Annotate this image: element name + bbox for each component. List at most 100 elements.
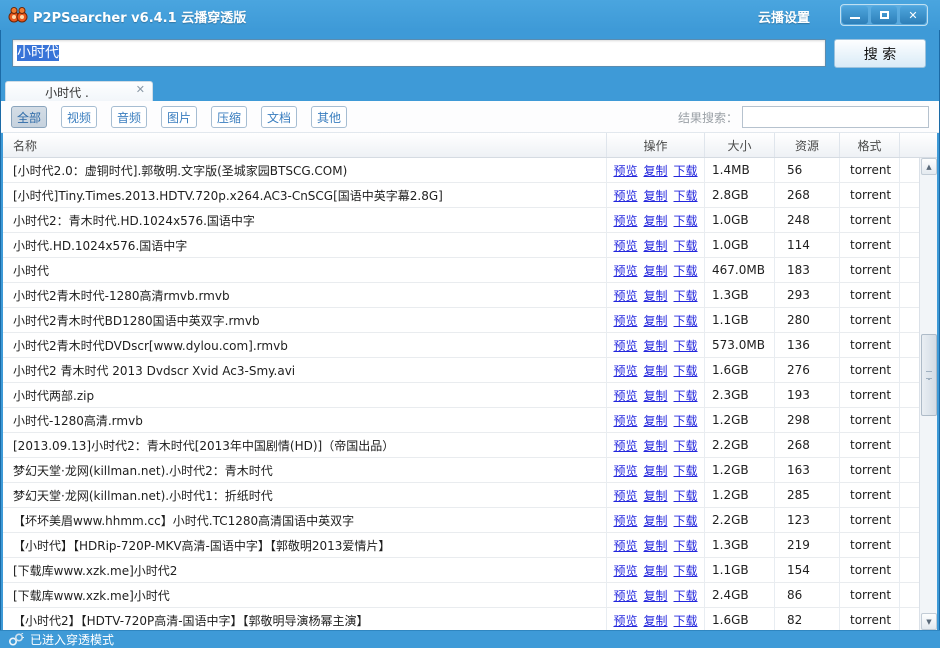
copy-link[interactable]: 复制 xyxy=(643,262,667,279)
download-link[interactable]: 下载 xyxy=(674,462,698,479)
scrollbar-thumb[interactable] xyxy=(921,334,937,416)
scroll-down-button[interactable]: ▼ xyxy=(921,613,937,630)
download-link[interactable]: 下载 xyxy=(674,487,698,504)
table-row[interactable]: [2013.09.13]小时代2：青木时代[2013年中国剧情(HD)]（帝国出… xyxy=(3,433,937,458)
download-link[interactable]: 下载 xyxy=(674,362,698,379)
preview-link[interactable]: 预览 xyxy=(613,537,637,554)
filter-document-button[interactable]: 文档 xyxy=(261,106,297,128)
preview-link[interactable]: 预览 xyxy=(613,237,637,254)
preview-link[interactable]: 预览 xyxy=(613,512,637,529)
copy-link[interactable]: 复制 xyxy=(643,162,667,179)
cloud-play-settings-button[interactable]: 云播设置 xyxy=(758,7,810,26)
copy-link[interactable]: 复制 xyxy=(643,212,667,229)
vertical-scrollbar[interactable]: ▲ ▼ xyxy=(919,158,937,630)
scroll-up-button[interactable]: ▲ xyxy=(921,158,937,175)
preview-link[interactable]: 预览 xyxy=(613,562,637,579)
copy-link[interactable]: 复制 xyxy=(643,437,667,454)
preview-link[interactable]: 预览 xyxy=(613,262,637,279)
preview-link[interactable]: 预览 xyxy=(613,587,637,604)
copy-link[interactable]: 复制 xyxy=(643,287,667,304)
filter-video-button[interactable]: 视频 xyxy=(61,106,97,128)
table-row[interactable]: 小时代2青木时代-1280高清rmvb.rmvb 预览 复制 下载 1.3GB … xyxy=(3,283,937,308)
download-link[interactable]: 下载 xyxy=(674,612,698,629)
table-row[interactable]: 【小时代2】【HDTV-720P高清-国语中字】【郭敬明导演杨幂主演】 预览 复… xyxy=(3,608,937,630)
download-link[interactable]: 下载 xyxy=(674,562,698,579)
filter-other-button[interactable]: 其他 xyxy=(311,106,347,128)
table-row[interactable]: 小时代两部.zip 预览 复制 下载 2.3GB 193 torrent xyxy=(3,383,937,408)
filter-archive-button[interactable]: 压缩 xyxy=(211,106,247,128)
table-row[interactable]: 小时代 预览 复制 下载 467.0MB 183 torrent xyxy=(3,258,937,283)
copy-link[interactable]: 复制 xyxy=(643,462,667,479)
column-header-resources[interactable]: 资源 xyxy=(775,133,840,157)
download-link[interactable]: 下载 xyxy=(674,437,698,454)
download-link[interactable]: 下载 xyxy=(674,262,698,279)
filter-audio-button[interactable]: 音频 xyxy=(111,106,147,128)
column-header-actions[interactable]: 操作 xyxy=(607,133,705,157)
preview-link[interactable]: 预览 xyxy=(613,487,637,504)
download-link[interactable]: 下载 xyxy=(674,337,698,354)
copy-link[interactable]: 复制 xyxy=(643,537,667,554)
preview-link[interactable]: 预览 xyxy=(613,162,637,179)
copy-link[interactable]: 复制 xyxy=(643,612,667,629)
preview-link[interactable]: 预览 xyxy=(613,337,637,354)
table-row[interactable]: 小时代2：青木时代.HD.1024x576.国语中字 预览 复制 下载 1.0G… xyxy=(3,208,937,233)
table-row[interactable]: 小时代.HD.1024x576.国语中字 预览 复制 下载 1.0GB 114 … xyxy=(3,233,937,258)
table-row[interactable]: [下载库www.xzk.me]小时代 预览 复制 下载 2.4GB 86 tor… xyxy=(3,583,937,608)
preview-link[interactable]: 预览 xyxy=(613,412,637,429)
download-link[interactable]: 下载 xyxy=(674,512,698,529)
table-row[interactable]: 小时代2 青木时代 2013 Dvdscr Xvid Ac3-Smy.avi 预… xyxy=(3,358,937,383)
column-header-name[interactable]: 名称 xyxy=(3,133,607,157)
copy-link[interactable]: 复制 xyxy=(643,312,667,329)
download-link[interactable]: 下载 xyxy=(674,187,698,204)
copy-link[interactable]: 复制 xyxy=(643,512,667,529)
table-row[interactable]: 小时代2青木时代DVDscr[www.dylou.com].rmvb 预览 复制… xyxy=(3,333,937,358)
copy-link[interactable]: 复制 xyxy=(643,237,667,254)
close-button[interactable]: ✕ xyxy=(900,6,926,24)
maximize-button[interactable] xyxy=(871,6,897,24)
preview-link[interactable]: 预览 xyxy=(613,437,637,454)
download-link[interactable]: 下载 xyxy=(674,312,698,329)
column-header-size[interactable]: 大小 xyxy=(705,133,775,157)
table-row[interactable]: [小时代2.0：虚铜时代].郭敬明.文字版(圣城家园BTSCG.COM) 预览 … xyxy=(3,158,937,183)
download-link[interactable]: 下载 xyxy=(674,537,698,554)
search-button[interactable]: 搜 索 xyxy=(834,39,926,68)
table-row[interactable]: 小时代2青木时代BD1280国语中英双字.rmvb 预览 复制 下载 1.1GB… xyxy=(3,308,937,333)
copy-link[interactable]: 复制 xyxy=(643,362,667,379)
download-link[interactable]: 下载 xyxy=(674,587,698,604)
table-row[interactable]: 小时代-1280高清.rmvb 预览 复制 下载 1.2GB 298 torre… xyxy=(3,408,937,433)
download-link[interactable]: 下载 xyxy=(674,387,698,404)
table-row[interactable]: [小时代]Tiny.Times.2013.HDTV.720p.x264.AC3-… xyxy=(3,183,937,208)
preview-link[interactable]: 预览 xyxy=(613,187,637,204)
tab-close-icon[interactable]: ✕ xyxy=(136,83,145,96)
copy-link[interactable]: 复制 xyxy=(643,387,667,404)
preview-link[interactable]: 预览 xyxy=(613,312,637,329)
preview-link[interactable]: 预览 xyxy=(613,212,637,229)
copy-link[interactable]: 复制 xyxy=(643,412,667,429)
preview-link[interactable]: 预览 xyxy=(613,362,637,379)
download-link[interactable]: 下载 xyxy=(674,212,698,229)
column-header-format[interactable]: 格式 xyxy=(840,133,900,157)
table-row[interactable]: 【坏坏美眉www.hhmm.cc】小时代.TC1280高清国语中英双字 预览 复… xyxy=(3,508,937,533)
table-row[interactable]: 梦幻天堂·龙网(killman.net).小时代2：青木时代 预览 复制 下载 … xyxy=(3,458,937,483)
copy-link[interactable]: 复制 xyxy=(643,587,667,604)
download-link[interactable]: 下载 xyxy=(674,237,698,254)
download-link[interactable]: 下载 xyxy=(674,412,698,429)
result-search-input[interactable] xyxy=(742,106,929,128)
table-row[interactable]: 梦幻天堂·龙网(killman.net).小时代1：折纸时代 预览 复制 下载 … xyxy=(3,483,937,508)
copy-link[interactable]: 复制 xyxy=(643,337,667,354)
download-link[interactable]: 下载 xyxy=(674,287,698,304)
copy-link[interactable]: 复制 xyxy=(643,562,667,579)
download-link[interactable]: 下载 xyxy=(674,162,698,179)
preview-link[interactable]: 预览 xyxy=(613,287,637,304)
minimize-button[interactable] xyxy=(842,6,868,24)
search-input[interactable]: 小时代 xyxy=(12,39,826,67)
result-tab[interactable]: 小时代 . ✕ xyxy=(5,81,153,101)
copy-link[interactable]: 复制 xyxy=(643,487,667,504)
copy-link[interactable]: 复制 xyxy=(643,187,667,204)
table-row[interactable]: 【小时代】【HDRip-720P-MKV高清-国语中字】【郭敬明2013爱情片】… xyxy=(3,533,937,558)
preview-link[interactable]: 预览 xyxy=(613,387,637,404)
preview-link[interactable]: 预览 xyxy=(613,462,637,479)
filter-all-button[interactable]: 全部 xyxy=(11,106,47,128)
filter-image-button[interactable]: 图片 xyxy=(161,106,197,128)
table-row[interactable]: [下载库www.xzk.me]小时代2 预览 复制 下载 1.1GB 154 t… xyxy=(3,558,937,583)
